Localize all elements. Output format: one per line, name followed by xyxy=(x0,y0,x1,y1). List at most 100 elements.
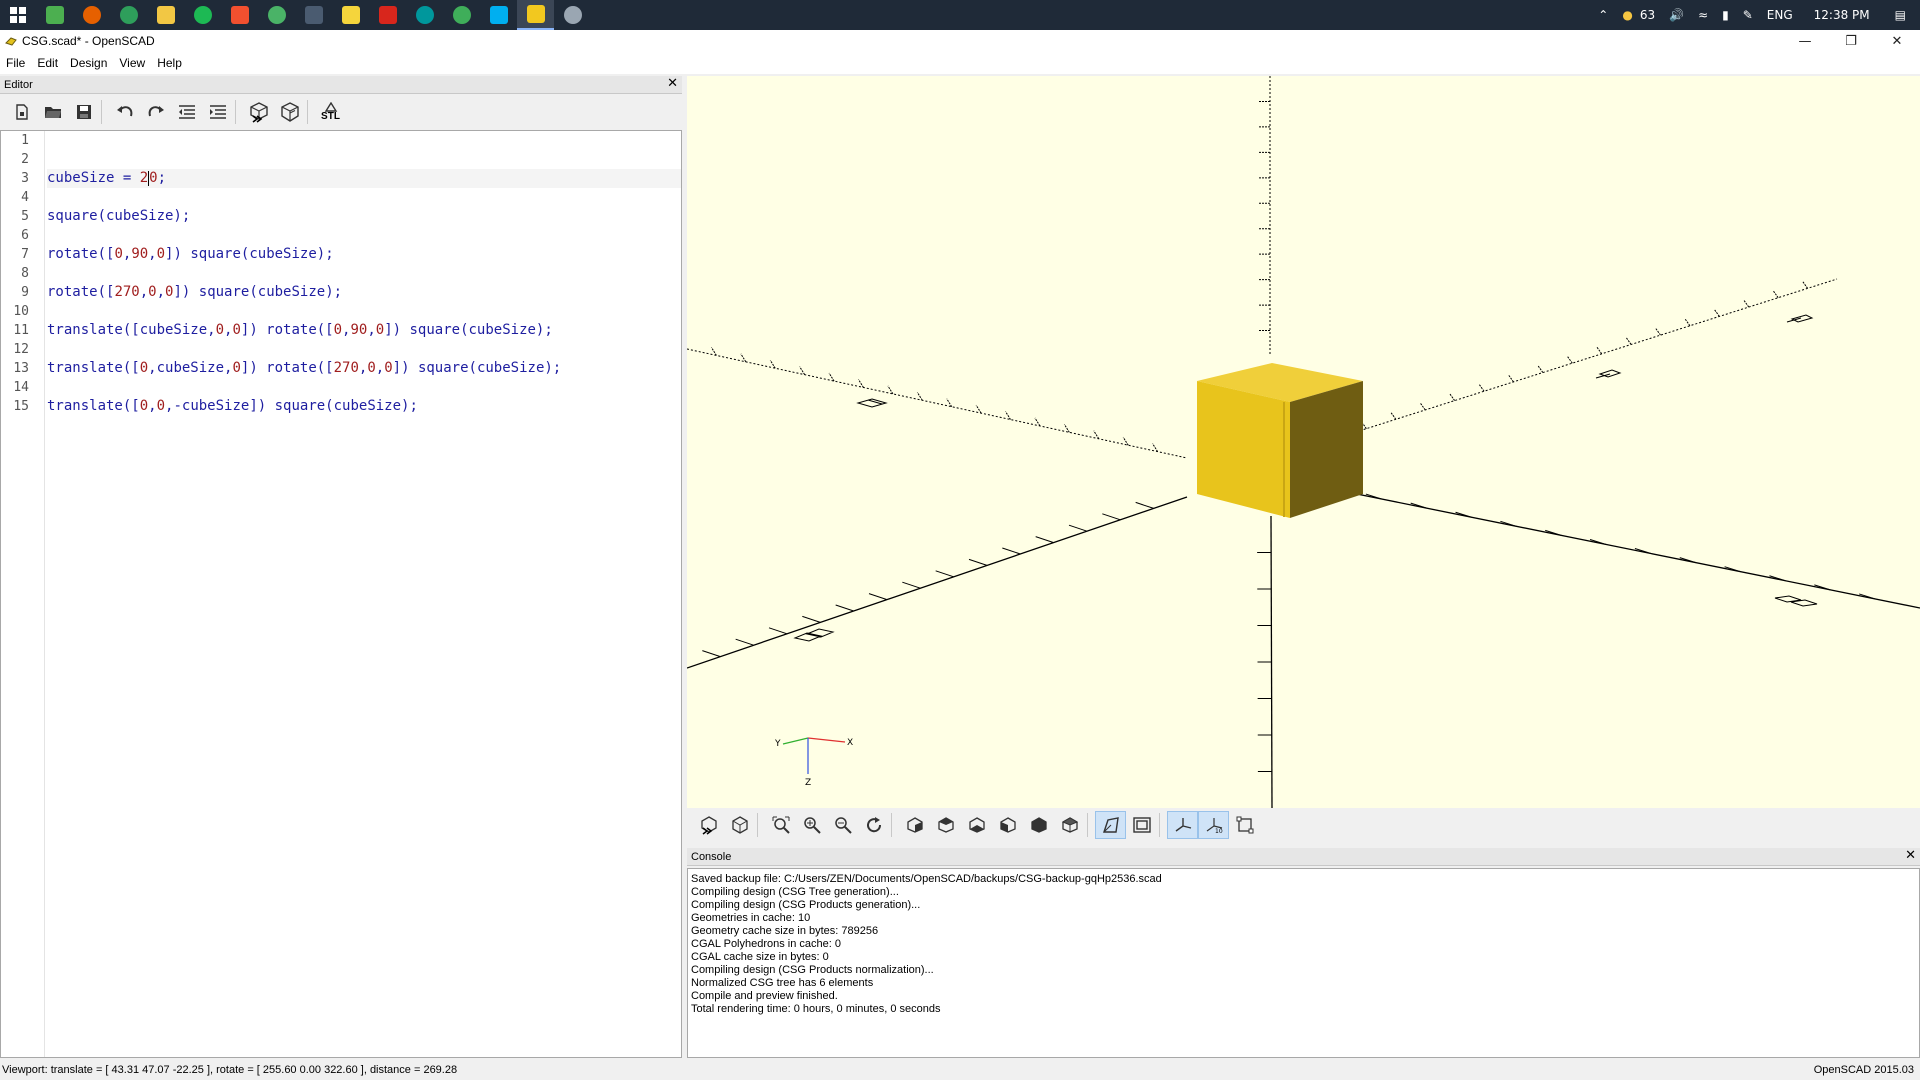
chevron-up-icon[interactable]: ⌃ xyxy=(1598,8,1608,22)
indicator-x-label: X xyxy=(847,738,853,748)
taskbar-app[interactable] xyxy=(221,0,258,30)
orthogonal-button[interactable] xyxy=(1126,811,1157,839)
view-top-button[interactable] xyxy=(930,811,961,839)
code-line[interactable]: cubeSize = 20; xyxy=(47,169,681,188)
code-line[interactable] xyxy=(47,302,681,321)
taskbar-app[interactable] xyxy=(258,0,295,30)
preview-button[interactable] xyxy=(243,99,274,125)
code-line[interactable]: translate([cubeSize,0,0]) rotate([0,90,0… xyxy=(47,321,681,340)
battery-icon[interactable]: ▮ xyxy=(1722,8,1729,22)
show-axes-button[interactable] xyxy=(1167,811,1198,839)
menu-view[interactable]: View xyxy=(113,56,151,70)
volume-icon[interactable]: 🔊 xyxy=(1669,8,1684,22)
zoom-out-button[interactable] xyxy=(827,811,858,839)
openscad-icon xyxy=(526,5,545,23)
scale-markers-icon: 10 xyxy=(1206,818,1223,834)
code-line[interactable] xyxy=(47,378,681,397)
new-file-button[interactable] xyxy=(6,99,37,125)
close-button[interactable]: ✕ xyxy=(1874,30,1920,52)
code-line[interactable] xyxy=(47,131,681,150)
x-scale-marker xyxy=(793,628,835,642)
redo-button[interactable] xyxy=(140,99,171,125)
clock[interactable]: 12:38 PM xyxy=(1814,8,1870,22)
taskbar-app[interactable] xyxy=(406,0,443,30)
pen-icon[interactable]: ✎ xyxy=(1743,8,1753,22)
open-file-button[interactable] xyxy=(37,99,68,125)
taskbar-app[interactable] xyxy=(147,0,184,30)
show-edges-button[interactable] xyxy=(1229,811,1260,839)
start-button[interactable] xyxy=(0,0,36,30)
axis-tick xyxy=(1005,411,1011,420)
perspective-button[interactable] xyxy=(1095,811,1126,839)
console-close-icon[interactable]: ✕ xyxy=(1905,848,1916,863)
toolbar-separator xyxy=(235,100,241,124)
undo-button[interactable] xyxy=(109,99,140,125)
taskbar-app[interactable] xyxy=(480,0,517,30)
yellow-cube[interactable] xyxy=(1197,363,1363,518)
axis-tick xyxy=(946,398,953,407)
code-line[interactable] xyxy=(47,226,681,245)
preview-cube-icon xyxy=(700,816,717,835)
render-button[interactable] xyxy=(274,99,305,125)
language-indicator[interactable]: ENG xyxy=(1767,8,1793,22)
code-line[interactable] xyxy=(47,150,681,169)
view-left-button[interactable] xyxy=(992,811,1023,839)
code-line[interactable]: rotate([270,0,0]) square(cubeSize); xyxy=(47,283,681,302)
menu-help[interactable]: Help xyxy=(151,56,188,70)
svg-text:10: 10 xyxy=(1215,828,1223,834)
save-file-button[interactable] xyxy=(68,99,99,125)
code-line[interactable]: square(cubeSize); xyxy=(47,207,681,226)
view-front-button[interactable] xyxy=(1023,811,1054,839)
menu-design[interactable]: Design xyxy=(64,56,113,70)
line-number: 6 xyxy=(21,228,29,243)
line-number: 4 xyxy=(21,190,29,205)
show-scale-button[interactable]: 10 xyxy=(1198,811,1229,839)
notification-icon[interactable]: ▤ xyxy=(1895,8,1906,22)
taskbar-app[interactable] xyxy=(517,0,554,30)
code-line[interactable] xyxy=(47,188,681,207)
export-stl-button[interactable]: STL xyxy=(315,99,346,125)
axis-tick xyxy=(1102,513,1121,521)
view-render-button[interactable] xyxy=(724,811,755,839)
weather-icon[interactable]: ● xyxy=(1622,8,1632,22)
taskbar-app[interactable] xyxy=(184,0,221,30)
menu-file[interactable]: File xyxy=(0,56,31,70)
menu-edit[interactable]: Edit xyxy=(31,56,64,70)
taskbar-app[interactable] xyxy=(295,0,332,30)
axis-tick xyxy=(1596,346,1603,355)
view-back-button[interactable] xyxy=(1054,811,1085,839)
code-line[interactable]: translate([0,0,-cubeSize]) square(cubeSi… xyxy=(47,397,681,416)
editor-close-icon[interactable]: ✕ xyxy=(667,76,678,91)
code-line[interactable]: rotate([0,90,0]) square(cubeSize); xyxy=(47,245,681,264)
restore-button[interactable]: ❐ xyxy=(1828,30,1874,52)
taskbar-app[interactable] xyxy=(443,0,480,30)
reset-view-button[interactable] xyxy=(858,811,889,839)
taskbar-app[interactable] xyxy=(110,0,147,30)
code-line[interactable] xyxy=(47,264,681,283)
3d-viewport[interactable]: X Y Z xyxy=(687,76,1920,808)
minimize-button[interactable]: — xyxy=(1782,30,1828,52)
indent-button[interactable] xyxy=(202,99,233,125)
line-number: 5 xyxy=(21,209,29,224)
firefox-icon xyxy=(82,6,101,24)
git-icon xyxy=(230,6,249,24)
taskbar-app[interactable] xyxy=(554,0,591,30)
wifi-icon[interactable]: ≈ xyxy=(1698,8,1708,22)
zoom-in-button[interactable] xyxy=(796,811,827,839)
view-right-button[interactable] xyxy=(899,811,930,839)
3d-scene[interactable]: X Y Z xyxy=(687,76,1920,808)
axis-tick xyxy=(735,638,754,646)
code-line[interactable] xyxy=(47,340,681,359)
view-all-button[interactable] xyxy=(765,811,796,839)
view-preview-button[interactable] xyxy=(693,811,724,839)
code-line[interactable]: translate([0,cubeSize,0]) rotate([270,0,… xyxy=(47,359,681,378)
taskbar-app[interactable] xyxy=(73,0,110,30)
code-editor[interactable]: 1 2 3 4 5 6 7 8 9 10 11 12 13 14 15 cubeSize = 20; squa… xyxy=(0,130,682,1058)
view-bottom-button[interactable] xyxy=(961,811,992,839)
console-output[interactable]: Saved backup file: C:/Users/ZEN/Document… xyxy=(687,868,1920,1058)
axis-tick xyxy=(1068,524,1088,532)
taskbar-app[interactable] xyxy=(332,0,369,30)
taskbar-app[interactable] xyxy=(36,0,73,30)
taskbar-app[interactable] xyxy=(369,0,406,30)
unindent-button[interactable] xyxy=(171,99,202,125)
